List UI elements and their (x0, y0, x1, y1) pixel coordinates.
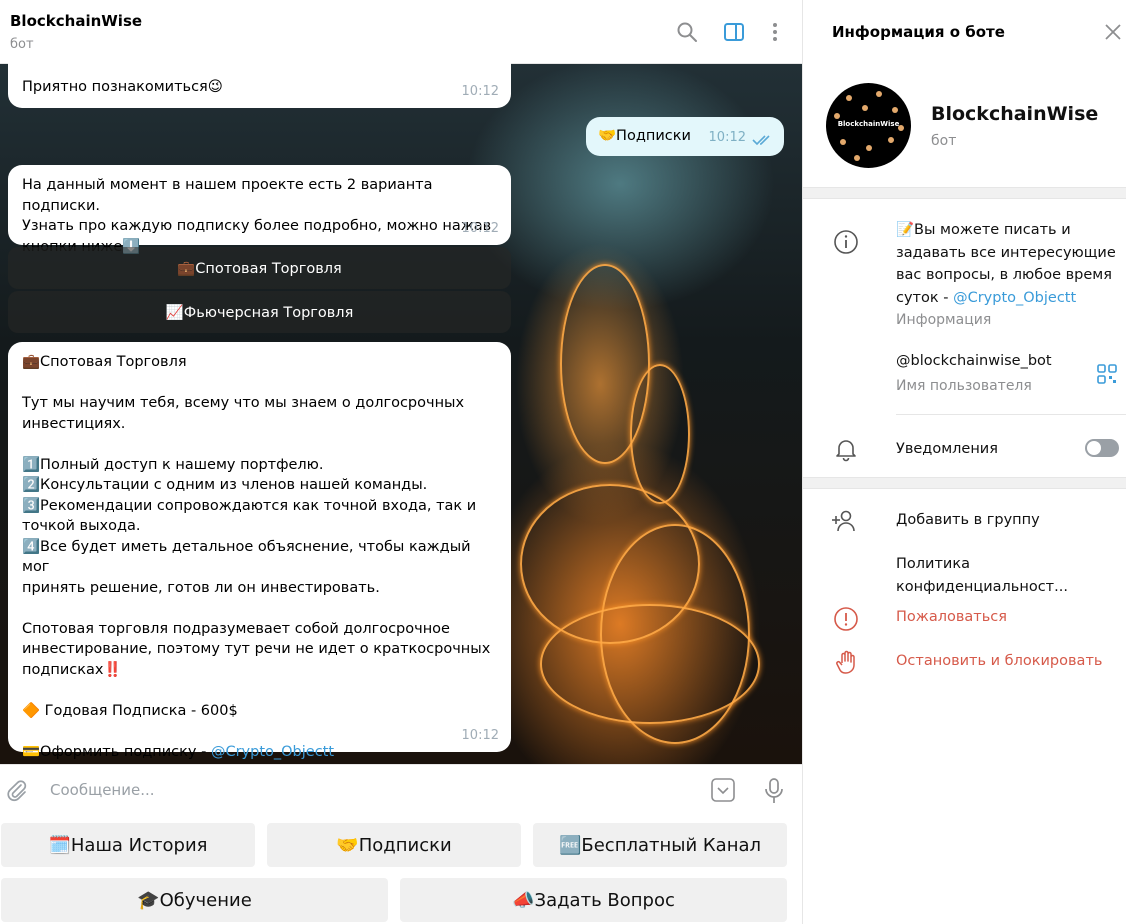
message-incoming[interactable]: 💼Спотовая Торговля Тут мы научим тебя, в… (8, 342, 511, 760)
message-line: Узнать про каждую подписку более подробн… (22, 218, 492, 234)
search-icon[interactable] (675, 20, 699, 44)
info-icon (834, 230, 858, 254)
message-line: точкой выхода. (22, 518, 141, 534)
message-line: принять решение, готов ли он инвестирова… (22, 579, 380, 596)
chat-column: BlockchainWise бот Приятно познакомиться… (0, 0, 802, 924)
inline-button-spot[interactable]: 💼Спотовая Торговля (8, 247, 511, 289)
hand-stop-icon (836, 650, 855, 674)
paperclip-icon[interactable] (5, 779, 29, 803)
bot-info-panel: Информация о боте BlockchainWise Blockch… (802, 0, 1126, 924)
sidebar-toggle-icon[interactable] (722, 20, 746, 44)
microphone-icon[interactable] (762, 777, 786, 805)
description-line: 📝Вы можете писать и (896, 222, 1071, 238)
message-line: инвестициях. (22, 415, 126, 432)
report-button[interactable]: Пожаловаться (896, 606, 1007, 629)
bot-subtitle: бот (931, 133, 957, 149)
username-label: Имя пользователя (896, 378, 1032, 394)
message-incoming[interactable]: Приятно познакомиться😉 10:12 (8, 60, 511, 108)
message-line: 💳Оформить подписку - @Crypto_Objectt (22, 742, 497, 763)
background-filament (540, 604, 760, 724)
message-text: Приятно познакомиться😉 (22, 79, 223, 95)
message-input[interactable]: Сообщение... (50, 781, 155, 799)
double-check-icon (752, 135, 770, 146)
bot-name: BlockchainWise (931, 103, 1099, 125)
reply-button-learning[interactable]: 🎓Обучение (1, 878, 388, 922)
message-line: 2️⃣Консультации с одним из членов нашей … (22, 477, 428, 493)
info-label: Информация (896, 312, 992, 328)
bot-avatar[interactable]: BlockchainWise (826, 83, 911, 168)
message-line: 1️⃣Полный доступ к нашему портфелю. (22, 456, 324, 473)
message-line: подписках‼️ (22, 661, 122, 678)
message-composer: Сообщение... (0, 764, 802, 814)
section-separator (803, 187, 1126, 199)
notifications-label: Уведомления (896, 441, 998, 457)
message-time: 10:12 (461, 727, 499, 743)
add-user-icon (832, 510, 855, 532)
avatar-logo-text: BlockchainWise (837, 120, 900, 128)
close-icon[interactable] (1103, 22, 1123, 42)
message-incoming[interactable]: На данный момент в нашем проекте есть 2 … (8, 165, 511, 255)
bot-description: 📝Вы можете писать и задавать все интерес… (896, 219, 1116, 309)
description-line: суток - @Crypto_Objectt (896, 287, 1116, 310)
qr-code-icon[interactable] (1096, 363, 1118, 385)
description-line: задавать все интересующие (896, 244, 1116, 261)
divider (896, 414, 1126, 415)
chat-header[interactable]: BlockchainWise бот (0, 0, 802, 64)
bell-icon (836, 440, 856, 462)
message-line: Тут мы научим тебя, всему что мы знаем о… (22, 395, 465, 411)
message-time: 10:12 (461, 220, 499, 236)
privacy-policy-button[interactable]: Политика конфиденциальност... (896, 553, 1126, 598)
message-outgoing[interactable]: 🤝Подписки 10:12 (586, 117, 784, 156)
report-icon (834, 607, 858, 631)
description-link[interactable]: @Crypto_Objectt (953, 290, 1076, 306)
reply-button-free-channel[interactable]: 🆓Бесплатный Канал (533, 823, 787, 867)
inline-button-futures[interactable]: 📈Фьючерсная Торговля (8, 291, 511, 333)
order-text: 💳Оформить подписку - (22, 743, 211, 760)
chat-subtitle: бот (10, 37, 34, 52)
message-time: 10:12 (708, 129, 746, 145)
bot-keyboard-icon[interactable] (710, 777, 736, 803)
message-time: 10:12 (461, 83, 499, 99)
section-separator (803, 477, 1126, 489)
message-line: 3️⃣Рекомендации сопровождаются как точно… (22, 497, 477, 514)
message-text: 🤝Подписки (598, 128, 691, 144)
description-text: суток - (896, 289, 954, 306)
reply-button-history[interactable]: 🗓️Наша История (1, 823, 255, 867)
more-vertical-icon[interactable] (763, 20, 787, 44)
description-line: вас вопросы, в любое время (896, 267, 1112, 283)
block-bot-button[interactable]: Остановить и блокировать (896, 650, 1102, 673)
message-line: На данный момент в нашем проекте есть 2 … (22, 177, 433, 214)
order-link[interactable]: @Crypto_Objectt (211, 744, 334, 760)
app-window: BlockchainWise бот Приятно познакомиться… (0, 0, 1126, 924)
background-filament (630, 364, 690, 504)
panel-title: Информация о боте (832, 23, 1005, 41)
reply-button-subscriptions[interactable]: 🤝Подписки (267, 823, 521, 867)
message-line: 🔶 Годовая Подписка - 600$ (22, 702, 238, 719)
toggle-knob (1087, 441, 1101, 455)
chat-title[interactable]: BlockchainWise (10, 12, 142, 30)
reply-button-ask-question[interactable]: 📣Задать Вопрос (400, 878, 787, 922)
notifications-toggle[interactable] (1085, 439, 1119, 457)
username-value[interactable]: @blockchainwise_bot (896, 350, 1052, 373)
message-line: инвестирование, поэтому тут речи не идет… (22, 641, 491, 657)
message-line: 4️⃣Все будет иметь детальное объяснение,… (22, 538, 471, 576)
message-line: Спотовая торговля подразумевает собой до… (22, 620, 450, 637)
message-line: 💼Спотовая Торговля (22, 354, 187, 370)
add-to-group-button[interactable]: Добавить в группу (896, 509, 1040, 532)
